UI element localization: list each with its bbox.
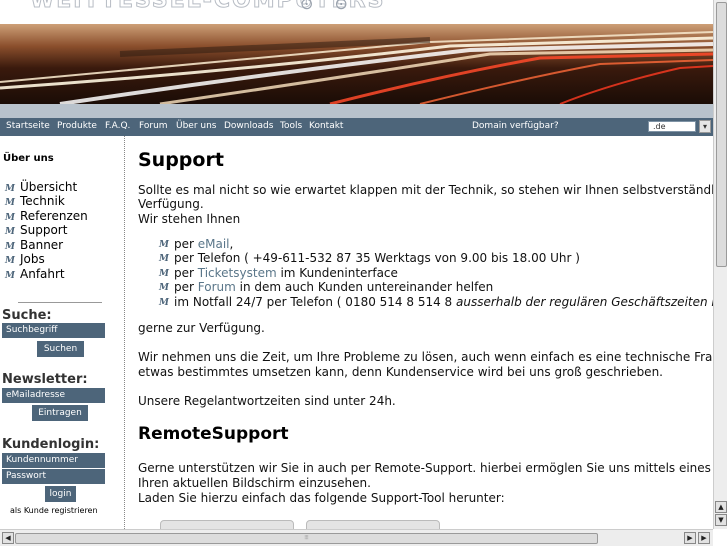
search-title: Suche: <box>2 308 52 323</box>
bullet-icon: M <box>159 283 169 293</box>
register-link[interactable]: als Kunde registrieren <box>10 506 98 515</box>
outro-text: gerne zur Verfügung. <box>138 321 265 335</box>
scroll-up-icon[interactable]: ▲ <box>715 501 727 513</box>
sidebar-item-anfahrt[interactable]: Anfahrt <box>20 267 65 281</box>
bullet-icon: M <box>159 298 169 308</box>
bullet-icon: M <box>5 242 15 252</box>
domain-tld-select[interactable]: .de <box>648 121 696 132</box>
remote-line-3: Laden Sie hierzu einfach das folgende Su… <box>138 491 505 505</box>
search-button[interactable]: Suchen <box>37 341 84 357</box>
login-title: Kundenlogin: <box>2 437 100 452</box>
sidebar-heading: Über uns <box>3 153 54 164</box>
vertical-scrollbar[interactable]: ▲ ▼ <box>713 0 727 529</box>
search-input[interactable]: Suchbegriff <box>2 323 105 338</box>
sidebar-item-jobs[interactable]: Jobs <box>20 252 45 266</box>
logo-strip: WEITTESSEL-COMPUTERS ⊙ ⊙ <box>0 0 713 24</box>
vertical-scroll-thumb[interactable] <box>716 2 727 267</box>
scroll-left-icon[interactable]: ◀ <box>2 532 14 544</box>
scroll-right-icon[interactable]: ▶ <box>684 532 696 544</box>
header-banner-image <box>0 24 713 104</box>
scroll-right-icon[interactable]: ▶ <box>698 532 710 544</box>
sidebar-item-technik[interactable]: Technik <box>20 194 65 208</box>
list-item: per eMail, <box>174 237 234 251</box>
nav-faq[interactable]: F.A.Q. <box>105 121 130 131</box>
nav-downloads[interactable]: Downloads <box>224 121 273 131</box>
bullet-icon: M <box>5 213 15 223</box>
login-button[interactable]: login <box>45 486 76 502</box>
response-time-text: Unsere Regelantwortzeiten sind unter 24h… <box>138 394 396 408</box>
bullet-icon: M <box>5 184 15 194</box>
sidebar: Über uns M Übersicht M Technik M Referen… <box>0 136 125 529</box>
scroll-down-icon[interactable]: ▼ <box>715 514 727 526</box>
newsletter-title: Newsletter: <box>2 372 88 387</box>
bullet-icon: M <box>5 198 15 208</box>
intro-line-2: Verfügung. <box>138 197 204 211</box>
para2-line-1: Wir nehmen uns die Zeit, um Ihre Problem… <box>138 350 713 364</box>
email-link[interactable]: eMail <box>198 237 230 251</box>
bullet-icon: M <box>159 240 169 250</box>
bullet-icon: M <box>5 227 15 237</box>
nav-produkte[interactable]: Produkte <box>57 121 97 131</box>
sidebar-item-support[interactable]: Support <box>20 223 67 237</box>
intro-line-1: Sollte es mal nicht so wie erwartet klap… <box>138 183 713 197</box>
download-tool-button-2[interactable] <box>306 520 440 529</box>
bullet-icon: M <box>159 254 169 264</box>
forum-link[interactable]: Forum <box>198 280 236 294</box>
para2-line-2: etwas bestimmtes umsetzen kann, denn Kun… <box>138 365 663 379</box>
main-content: Support Sollte es mal nicht so wie erwar… <box>125 136 713 529</box>
nav-startseite[interactable]: Startseite <box>6 121 50 131</box>
newsletter-submit-button[interactable]: Eintragen <box>32 405 88 421</box>
list-item: per Forum in dem auch Kunden untereinand… <box>174 280 494 294</box>
remote-support-title: RemoteSupport <box>138 424 289 444</box>
list-item: im Notfall 24/7 per Telefon ( 0180 514 8… <box>174 295 713 309</box>
list-item: per Telefon ( +49-611-532 87 35 Werktags… <box>174 251 580 265</box>
nav-tools[interactable]: Tools <box>280 121 302 131</box>
download-tool-button-1[interactable] <box>160 520 294 529</box>
sidebar-item-banner[interactable]: Banner <box>20 238 63 252</box>
password-input[interactable]: Passwort <box>2 469 105 484</box>
domain-check-label: Domain verfügbar? <box>472 121 559 131</box>
bullet-icon: M <box>5 256 15 266</box>
horizontal-scroll-thumb[interactable]: ⦙⦙⦙ <box>15 533 598 544</box>
sidebar-item-referenzen[interactable]: Referenzen <box>20 209 88 223</box>
nav-kontakt[interactable]: Kontakt <box>309 121 343 131</box>
sidebar-item-uebersicht[interactable]: Übersicht <box>20 180 77 194</box>
banner-underline <box>0 104 713 118</box>
nav-ueber-uns[interactable]: Über uns <box>176 121 217 131</box>
page-title: Support <box>138 149 224 171</box>
bullet-icon: M <box>159 269 169 279</box>
list-item: per Ticketsystem im Kundeninterface <box>174 266 398 280</box>
remote-line-2: Ihren aktuellen Bildschirm einzusehen. <box>138 476 371 490</box>
intro-line-3: Wir stehen Ihnen <box>138 212 241 226</box>
bullet-icon: M <box>5 271 15 281</box>
remote-line-1: Gerne unterstützen wir Sie in auch per R… <box>138 461 713 475</box>
newsletter-email-input[interactable]: eMailadresse <box>2 388 105 403</box>
chevron-down-icon[interactable]: ▾ <box>699 120 711 133</box>
horizontal-scrollbar[interactable]: ◀ ⦙⦙⦙ ▶ ▶ <box>0 529 713 546</box>
top-navigation: Startseite Produkte F.A.Q. Forum Über un… <box>0 118 713 136</box>
logo-marks: ⊙ ⊙ <box>300 0 356 13</box>
ticketsystem-link[interactable]: Ticketsystem <box>198 266 277 280</box>
nav-forum[interactable]: Forum <box>139 121 168 131</box>
customer-number-input[interactable]: Kundennummer <box>2 453 105 468</box>
sidebar-divider <box>18 302 102 303</box>
